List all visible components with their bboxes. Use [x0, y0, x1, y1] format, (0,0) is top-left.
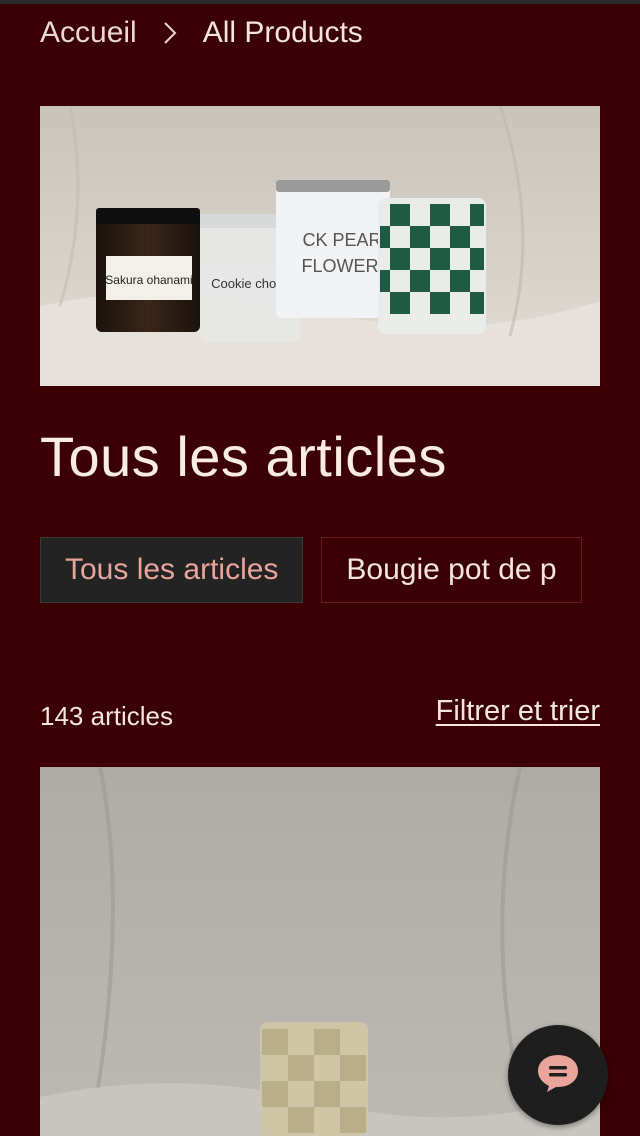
page: Accueil All Products Sakura ohanami Cook…	[0, 0, 640, 1136]
hero-label-pear: CK PEAR	[302, 230, 381, 250]
filter-sort-button[interactable]: Filtrer et trier	[436, 695, 600, 728]
chat-bubble-icon	[536, 1053, 580, 1098]
tab-all-articles[interactable]: Tous les articles	[40, 537, 304, 603]
breadcrumb-home-link[interactable]: Accueil	[40, 16, 137, 50]
hero-label-sakura: Sakura ohanami	[105, 273, 192, 287]
hero-label-flower: FLOWER	[301, 256, 378, 276]
chat-button[interactable]	[508, 1025, 608, 1125]
chevron-right-icon	[159, 18, 181, 48]
page-title: Tous les articles	[40, 425, 447, 488]
tab-bougie-pot[interactable]: Bougie pot de p	[321, 537, 582, 603]
hero-banner-image: Sakura ohanami Cookie chocol CK PEAR FLO…	[40, 106, 600, 386]
breadcrumb-current: All Products	[202, 16, 363, 49]
product-count: 143 articles	[40, 701, 173, 731]
top-divider	[0, 0, 640, 4]
category-tabs: Tous les articles Bougie pot de p	[40, 537, 600, 605]
breadcrumb: Accueil All Products	[40, 16, 363, 50]
